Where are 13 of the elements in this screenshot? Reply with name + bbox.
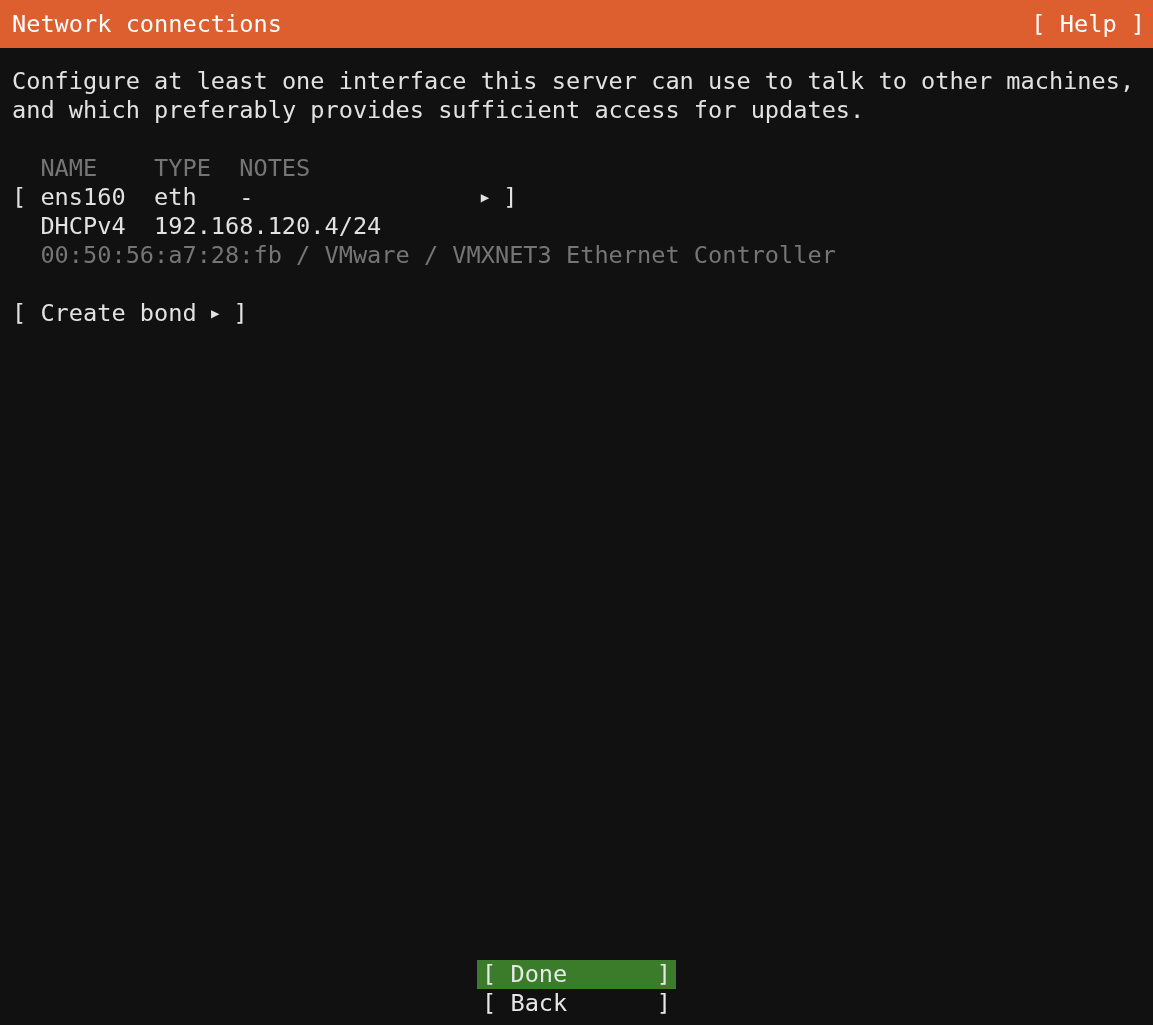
- screen-title: Network connections: [12, 9, 282, 39]
- action-button[interactable]: [ Back ]: [477, 989, 676, 1018]
- column-header: NAME: [40, 154, 99, 183]
- column-header: TYPE: [154, 154, 212, 183]
- hardware-info: 00:50:56:a7:28:fb / VMware / VMXNET3 Ethernet Controller: [39, 241, 836, 270]
- address-method: DHCPv4: [40, 212, 127, 241]
- interface-row[interactable]: [ ens160 eth - ▶ ]: [12, 183, 524, 212]
- description-text: Configure at least one interface this server can use to talk to other machines, and which preferably provides sufficient access for updates.: [12, 67, 1136, 125]
- help-button[interactable]: [ Help ]: [1031, 9, 1145, 39]
- ip-address: 192.168.120.4/24: [154, 212, 383, 241]
- action-button[interactable]: [ Done ]: [477, 960, 676, 989]
- column-header: NOTES: [239, 154, 312, 183]
- create-bond-button[interactable]: [ Create bond ▶ ]: [12, 299, 248, 328]
